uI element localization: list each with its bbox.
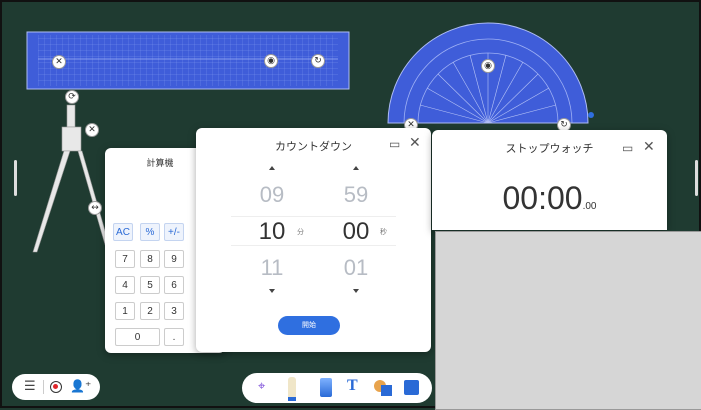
toolbar-divider <box>43 380 44 394</box>
media-icon[interactable] <box>404 380 419 395</box>
seconds-value[interactable]: 00 <box>331 218 381 246</box>
menu-icon[interactable]: ☰ <box>24 379 36 395</box>
stopwatch-time: 00:00.00 <box>432 180 667 217</box>
start-button[interactable]: 開始 <box>278 316 340 335</box>
protractor-tool <box>387 22 594 124</box>
seconds-next: 01 <box>343 255 369 280</box>
restore-window-icon[interactable]: ▭ <box>389 137 400 151</box>
close-icon[interactable]: ✕ <box>643 139 655 155</box>
calc-key-6[interactable]: 6 <box>164 276 184 294</box>
stopwatch-time-ms: .00 <box>582 201 597 212</box>
shapes-icon[interactable] <box>374 380 392 396</box>
compass-adjust-icon[interactable]: ↔ <box>88 201 102 215</box>
shape-square <box>381 385 392 396</box>
calc-key-ac[interactable]: AC <box>113 223 133 241</box>
text-icon[interactable]: T <box>347 378 358 394</box>
right-edge-handle[interactable] <box>695 160 698 196</box>
minutes-next: 11 <box>260 255 284 280</box>
ruler-resize-icon[interactable]: ↻ <box>311 54 325 68</box>
compass-close-icon[interactable]: ✕ <box>85 123 99 137</box>
ruler-rotate-icon[interactable]: ◉ <box>264 54 278 68</box>
left-edge-handle[interactable] <box>14 160 17 196</box>
record-icon[interactable] <box>50 381 62 393</box>
select-icon[interactable]: ⌖ <box>258 379 265 395</box>
ruler-close-icon[interactable]: ✕ <box>52 55 66 69</box>
whiteboard-canvas[interactable]: ✕ ◉ ↻ ⟳ ✕ ↔ ◉ ✕ ↻ 計算機 AC % +/- 7 8 9 4 5… <box>0 0 701 410</box>
eraser-icon[interactable] <box>320 378 332 397</box>
calc-key-5[interactable]: 5 <box>140 276 160 294</box>
seconds-prev: 59 <box>343 182 369 207</box>
bottom-drawing-toolbar: ⌖ T <box>242 373 432 403</box>
pen-icon[interactable] <box>288 377 296 401</box>
calc-key-7[interactable]: 7 <box>115 250 135 268</box>
protractor-center-icon[interactable]: ◉ <box>481 59 495 73</box>
close-icon[interactable]: ✕ <box>409 135 421 151</box>
bottom-left-toolbar: ☰ 👤⁺ <box>12 374 100 400</box>
minutes-up-icon[interactable] <box>269 166 275 170</box>
minutes-down-icon[interactable] <box>269 289 275 293</box>
seconds-up-icon[interactable] <box>353 166 359 170</box>
compass-rotate-icon[interactable]: ⟳ <box>65 90 79 104</box>
restore-window-icon[interactable]: ▭ <box>622 141 633 155</box>
calc-key-8[interactable]: 8 <box>140 250 160 268</box>
minutes-prev: 09 <box>259 182 285 207</box>
minutes-unit: 分 <box>297 228 304 236</box>
add-user-icon[interactable]: 👤⁺ <box>70 378 91 394</box>
calc-key-1[interactable]: 1 <box>115 302 135 320</box>
countdown-window[interactable]: カウントダウン ▭ ✕ 09 59 10 分 00 秒 11 01 開始 <box>196 128 431 352</box>
ruler-tool <box>26 31 350 90</box>
seconds-unit: 秒 <box>380 228 387 236</box>
record-dot <box>53 384 58 389</box>
seconds-down-icon[interactable] <box>353 289 359 293</box>
calc-key-sign[interactable]: +/- <box>164 223 184 241</box>
stopwatch-time-main: 00:00 <box>502 180 583 216</box>
stopwatch-window[interactable]: ストップウォッチ ▭ ✕ 00:00.00 <box>432 130 667 230</box>
blank-panel <box>435 231 701 410</box>
calc-key-4[interactable]: 4 <box>115 276 135 294</box>
calc-key-9[interactable]: 9 <box>164 250 184 268</box>
calc-key-2[interactable]: 2 <box>140 302 160 320</box>
calc-key-dot[interactable]: . <box>164 328 184 346</box>
calc-key-percent[interactable]: % <box>140 223 160 241</box>
calc-key-3[interactable]: 3 <box>164 302 184 320</box>
calc-key-0[interactable]: 0 <box>115 328 160 346</box>
minutes-value[interactable]: 10 <box>247 218 297 246</box>
